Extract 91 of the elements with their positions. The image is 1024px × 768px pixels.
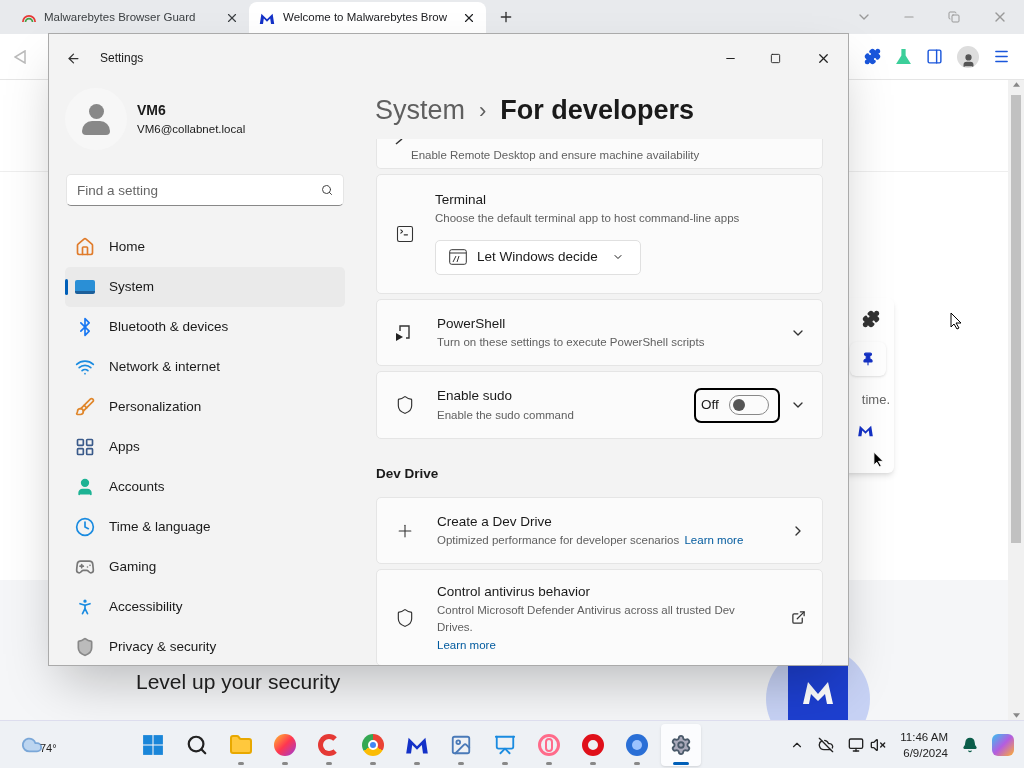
volume-icon[interactable] — [870, 736, 887, 753]
home-icon — [75, 237, 95, 257]
setting-card[interactable]: PowerShell Turn on these settings to execute PowerShell scripts — [376, 299, 823, 366]
learn-more-link[interactable]: Learn more — [684, 534, 744, 547]
page-title: For developers — [500, 94, 694, 128]
search-field[interactable]: Find a setting — [66, 174, 344, 206]
copilot-icon[interactable] — [992, 733, 1014, 756]
user-email: VM6@collabnet.local — [137, 121, 246, 137]
apps-icon — [75, 437, 95, 457]
setting-description: Enable the sudo command — [437, 407, 575, 423]
windows-icon — [142, 733, 164, 756]
gamepad-icon — [75, 557, 95, 577]
tab-title: Welcome to Malwarebytes Brow — [283, 10, 449, 26]
page-heading: Level up your security — [136, 669, 341, 695]
nav-item[interactable]: Time & language — [65, 507, 345, 547]
scrollbar[interactable] — [1008, 80, 1024, 720]
scroll-up-icon[interactable] — [1012, 82, 1020, 87]
setting-description: Turn on these settings to execute PowerShell scripts — [437, 335, 706, 350]
shield-icon — [395, 395, 415, 415]
setting-title: Enable sudo — [437, 387, 514, 406]
setting-title: Terminal — [435, 191, 487, 209]
setting-description: Optimized performance for developer scenarios Learn more — [437, 533, 745, 549]
brush-icon — [75, 397, 95, 417]
setting-title: Control antivirus behavior — [437, 582, 592, 601]
nav-item[interactable]: Bluetooth & devices — [65, 307, 345, 347]
user-name: VM6 — [137, 100, 167, 120]
external-link-icon[interactable] — [791, 610, 806, 626]
popup-text: time. — [861, 391, 890, 409]
cloud-off-icon[interactable] — [818, 736, 835, 753]
puzzle-icon[interactable] — [862, 310, 880, 328]
new-tab-icon[interactable] — [498, 9, 514, 25]
pencil-icon — [395, 139, 403, 145]
setting-card[interactable]: Enable Remote Desktop and ensure machine availability — [376, 139, 823, 169]
scroll-down-icon[interactable] — [1012, 713, 1020, 718]
learn-more-link[interactable]: Learn more — [437, 636, 496, 654]
cursor-icon — [950, 312, 962, 330]
setting-title: Create a Dev Drive — [437, 513, 553, 531]
extension-logo-icon — [857, 423, 874, 437]
setting-card[interactable]: Create a Dev Drive Optimized performance for developer scenarios Learn more — [376, 497, 823, 565]
search-icon — [186, 733, 208, 756]
clock-icon — [75, 517, 95, 537]
terminal-icon — [395, 224, 415, 244]
browser-tab[interactable]: Welcome to Malwarebytes Brow — [249, 2, 486, 34]
monitor-icon — [75, 277, 95, 297]
settings-icon[interactable] — [661, 723, 701, 766]
section-heading: Dev Drive — [376, 465, 440, 483]
bell-icon[interactable] — [962, 736, 978, 753]
weather-temperature[interactable]: 74° — [40, 740, 57, 757]
nav-item[interactable]: Network & internet — [65, 347, 345, 387]
extensions-icon[interactable] — [864, 48, 881, 65]
nav-item[interactable]: Accounts — [65, 467, 345, 507]
breadcrumb-separator: › — [479, 97, 487, 125]
close-icon[interactable] — [462, 11, 476, 25]
close-icon[interactable] — [225, 11, 239, 25]
setting-description: Enable Remote Desktop and ensure machine availability — [411, 148, 700, 161]
breadcrumb-parent[interactable]: System — [375, 90, 466, 131]
person-icon — [75, 477, 95, 497]
pin-icon — [861, 352, 875, 366]
setting-description: Control Microsoft Defender Antivirus across all trusted Dev Drives. — [437, 603, 736, 636]
setting-card[interactable]: Enable sudo Enable the sudo command Off — [376, 371, 823, 439]
rainbow-icon — [22, 13, 36, 23]
setting-card[interactable]: Terminal Choose the default terminal app to host command-line apps Let Windows decide — [376, 174, 823, 294]
nav-item[interactable]: Home — [65, 227, 345, 267]
nav-item[interactable]: Privacy & security — [65, 627, 345, 665]
shield-icon — [75, 637, 95, 657]
nav-item[interactable]: Accessibility — [65, 587, 345, 627]
setting-card[interactable]: Control antivirus behavior Control Microsoft Defender Antivirus across all trusted Dev Drives. Learn more — [376, 569, 823, 665]
profile-avatar[interactable] — [957, 45, 979, 68]
nav-item[interactable]: System — [65, 267, 345, 307]
terminal-dropdown[interactable]: Let Windows decide — [435, 239, 641, 275]
tab-title: Malwarebytes Browser Guard — [44, 10, 197, 26]
search-icon — [321, 184, 333, 196]
console-icon — [449, 249, 467, 265]
browser-tab[interactable]: Malwarebytes Browser Guard — [12, 2, 249, 34]
setting-description: Choose the default terminal app to host command-line apps — [435, 211, 741, 227]
clock[interactable]: 11:46 AM 6/9/2024 — [900, 728, 948, 761]
sidebar-icon[interactable] — [926, 48, 943, 65]
logo-icon — [259, 11, 275, 25]
nav-item[interactable]: Apps — [65, 427, 345, 467]
cursor-icon — [873, 451, 884, 468]
wifi-icon — [75, 357, 95, 377]
setting-title: PowerShell — [437, 314, 507, 333]
nav-item[interactable]: Gaming — [65, 547, 345, 587]
menu-icon[interactable] — [993, 48, 1010, 65]
pin-button[interactable] — [850, 342, 886, 376]
window-title: Settings — [100, 50, 145, 67]
maximize-icon[interactable] — [770, 52, 781, 64]
shield-icon — [395, 607, 415, 628]
toggle-switch[interactable]: Off — [694, 387, 780, 423]
back-icon[interactable] — [66, 50, 81, 66]
nav-item[interactable]: Personalization — [65, 387, 345, 427]
